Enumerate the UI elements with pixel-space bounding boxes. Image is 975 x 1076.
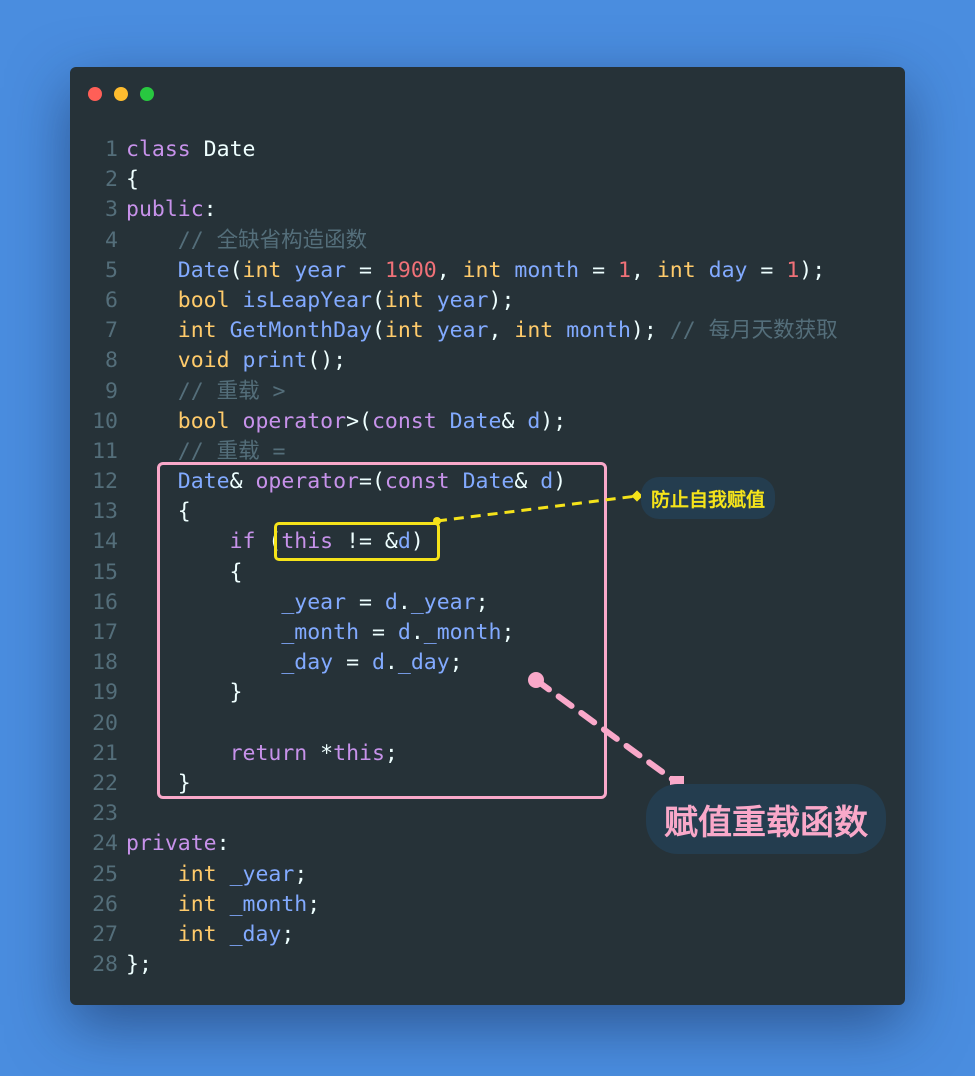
self-assign-annotation-label: 防止自我赋值: [641, 477, 776, 519]
annotation-arrows: [433, 490, 684, 790]
assign-overload-connector: [533, 677, 679, 785]
assignment-overload-annotation-label: 赋值重载函数: [646, 784, 886, 854]
assign-overload-connector-start-dot: [528, 672, 544, 688]
self-assign-connector-start-dot: [433, 517, 441, 525]
self-assign-connector: [436, 494, 638, 523]
